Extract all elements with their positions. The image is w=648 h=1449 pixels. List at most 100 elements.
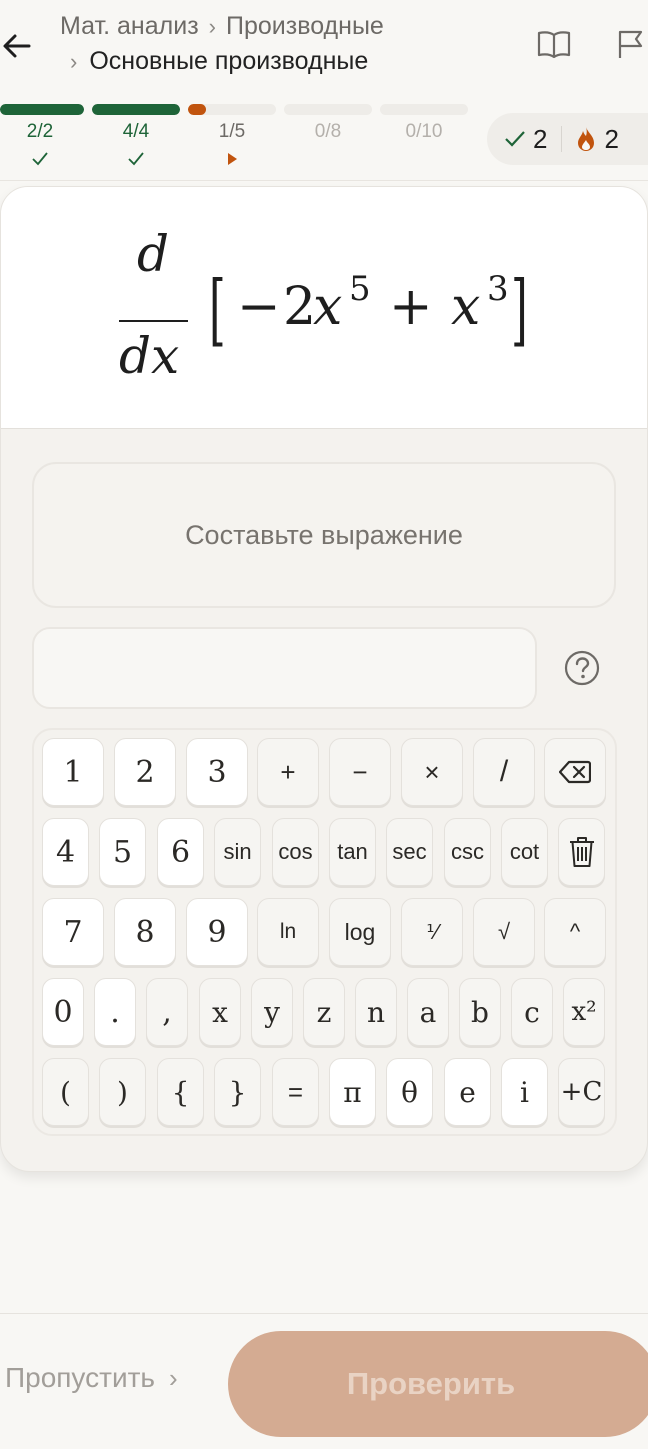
term1-var: x	[313, 277, 343, 337]
breadcrumb: Мат. анализ › Производные	[60, 12, 384, 41]
term1-sign: −	[237, 277, 281, 337]
question-circle-icon	[564, 650, 600, 686]
key-tan[interactable]: tan	[329, 818, 376, 886]
key-plus-c[interactable]: +C	[558, 1058, 605, 1126]
key-2[interactable]: 2	[114, 738, 176, 806]
progress-segment	[284, 104, 372, 115]
key-1[interactable]: 1	[42, 738, 104, 806]
key-5[interactable]: 5	[99, 818, 146, 886]
current-marker-icon	[188, 150, 276, 171]
fraction-bar	[119, 320, 188, 322]
key-n[interactable]: n	[355, 978, 397, 1046]
correct-stat: 2	[505, 124, 547, 155]
clear-button[interactable]	[558, 818, 605, 886]
answer-preview: Составьте выражение	[32, 462, 616, 608]
streak-stat: 2	[576, 123, 619, 155]
streak-count: 2	[604, 123, 619, 154]
key-pi[interactable]: π	[329, 1058, 376, 1126]
key-4[interactable]: 4	[42, 818, 89, 886]
breadcrumb-parent[interactable]: Мат. анализ	[60, 12, 199, 41]
key-7[interactable]: 7	[42, 898, 104, 966]
key-cot[interactable]: cot	[501, 818, 548, 886]
progress-segment	[0, 104, 84, 115]
check-label: Проверить	[346, 1366, 516, 1401]
flag-button[interactable]	[610, 24, 648, 64]
key-plus[interactable]: +	[257, 738, 319, 806]
key-paren-open[interactable]: (	[42, 1058, 89, 1126]
book-icon	[537, 31, 571, 59]
progress-label[interactable]: 4/4	[92, 121, 180, 143]
key-decimal[interactable]: .	[94, 978, 136, 1046]
chevron-right-icon: ›	[70, 48, 78, 74]
key-brace-open[interactable]: {	[157, 1058, 204, 1126]
backspace-button[interactable]	[544, 738, 606, 806]
key-e[interactable]: e	[444, 1058, 491, 1126]
key-log[interactable]: log	[329, 898, 391, 966]
key-comma[interactable]: ,	[146, 978, 188, 1046]
answer-input[interactable]	[32, 627, 537, 709]
chevron-right-icon: ›	[169, 1362, 178, 1393]
term2-var: x	[451, 277, 481, 337]
back-button[interactable]	[0, 26, 34, 66]
key-y[interactable]: y	[251, 978, 293, 1046]
progress-label[interactable]: 2/2	[0, 121, 84, 143]
operator-numerator: d	[137, 225, 170, 283]
plus-sign: +	[389, 277, 433, 337]
term1-coef: 2	[283, 277, 317, 337]
key-ln[interactable]: ln	[257, 898, 319, 966]
flag-icon	[618, 30, 643, 58]
progress-segment	[92, 104, 180, 115]
key-minus[interactable]: −	[329, 738, 391, 806]
key-x-squared[interactable]: x²	[563, 978, 605, 1046]
key-cos[interactable]: cos	[272, 818, 319, 886]
key-paren-close[interactable]: )	[99, 1058, 146, 1126]
key-0[interactable]: 0	[42, 978, 84, 1046]
progress-label[interactable]: 1/5	[188, 121, 276, 143]
progress-fill	[0, 104, 84, 115]
key-reciprocal[interactable]: ⅟	[401, 898, 463, 966]
key-csc[interactable]: csc	[444, 818, 491, 886]
key-sqrt[interactable]: √	[473, 898, 535, 966]
book-button[interactable]	[534, 24, 574, 64]
key-brace-close[interactable]: }	[214, 1058, 261, 1126]
key-6[interactable]: 6	[157, 818, 204, 886]
check-button[interactable]: Проверить	[228, 1331, 648, 1437]
key-i[interactable]: i	[501, 1058, 548, 1126]
key-z[interactable]: z	[303, 978, 345, 1046]
progress-label[interactable]: 0/8	[284, 121, 372, 143]
key-c[interactable]: c	[511, 978, 553, 1046]
key-a[interactable]: a	[407, 978, 449, 1046]
check-icon	[0, 150, 84, 171]
key-8[interactable]: 8	[114, 898, 176, 966]
progress-fill	[188, 104, 206, 115]
key-multiply[interactable]: ×	[401, 738, 463, 806]
progress-label[interactable]: 0/10	[380, 121, 468, 143]
skip-button[interactable]: Пропустить ›	[5, 1362, 178, 1394]
stats-pill: 2 2	[487, 113, 648, 165]
divider	[0, 1313, 648, 1314]
key-power[interactable]: ^	[544, 898, 606, 966]
breadcrumb-current-row: › Основные производные	[70, 47, 368, 76]
progress-segment	[380, 104, 468, 115]
key-x[interactable]: x	[199, 978, 241, 1046]
key-b[interactable]: b	[459, 978, 501, 1046]
term2-exp: 3	[487, 269, 509, 309]
page-title: Основные производные	[89, 47, 369, 75]
term1-exp: 5	[349, 269, 371, 309]
key-divide[interactable]: /	[473, 738, 535, 806]
key-3[interactable]: 3	[186, 738, 248, 806]
correct-count: 2	[533, 123, 548, 154]
skip-label: Пропустить	[5, 1362, 155, 1393]
breadcrumb-section[interactable]: Производные	[226, 12, 384, 41]
key-theta[interactable]: θ	[386, 1058, 433, 1126]
key-sin[interactable]: sin	[214, 818, 261, 886]
back-arrow-icon	[3, 34, 31, 58]
trash-icon	[569, 837, 594, 867]
operator-denominator: dx	[119, 327, 180, 385]
key-sec[interactable]: sec	[386, 818, 433, 886]
check-icon	[92, 150, 180, 171]
help-button[interactable]	[564, 650, 600, 686]
key-equals[interactable]: =	[272, 1058, 319, 1126]
key-9[interactable]: 9	[186, 898, 248, 966]
chevron-right-icon: ›	[208, 13, 216, 39]
